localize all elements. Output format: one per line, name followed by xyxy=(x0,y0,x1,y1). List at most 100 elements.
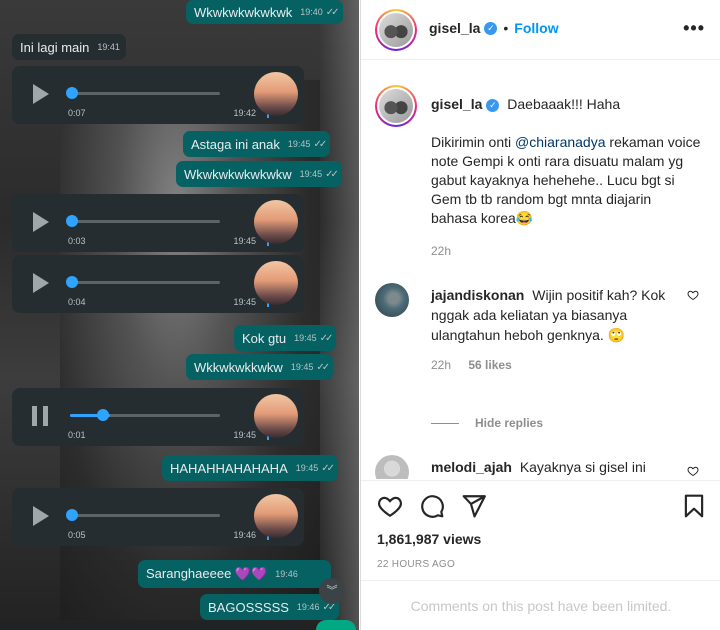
chat-bubble-outgoing: Astaga ini anak 19:45 ✓✓ xyxy=(183,131,331,157)
caption-username[interactable]: gisel_la xyxy=(431,96,482,112)
commenter-avatar[interactable] xyxy=(375,455,409,479)
voice-note: 0:04 19:45 xyxy=(12,255,304,313)
chat-bubble-outgoing: Wkwkwkwkwkwkw 19:45 ✓✓ xyxy=(176,161,342,187)
voice-note-playing: 0:01 19:45 xyxy=(12,388,304,446)
author-avatar[interactable] xyxy=(375,85,417,127)
message-text: Wkwkwkwkwkwkw xyxy=(184,166,292,182)
chat-bubble-outgoing: Kok gtu 19:45 ✓✓ xyxy=(234,325,337,351)
chevron-double-down-icon[interactable]: ︾ xyxy=(319,578,345,604)
chat-bubble-outgoing: Wkwkwkwkwkwk 19:40 ✓✓ xyxy=(186,0,343,24)
view-count[interactable]: 1,861,987 views xyxy=(377,531,481,547)
mention-link[interactable]: @chiaranadya xyxy=(515,134,606,150)
message-time: 19:45 xyxy=(299,169,323,179)
chat-bubble-outgoing: Wkkwkwkkwkw 19:45 ✓✓ xyxy=(186,354,334,380)
message-time: 19:42 xyxy=(233,108,256,118)
message-time: 19:45 xyxy=(287,139,311,149)
message-time: 19:45 xyxy=(233,236,256,246)
message-time: 19:40 xyxy=(300,7,323,17)
message-text: Wkkwkwkkwkw xyxy=(194,359,283,375)
double-check-icon: ✓✓ xyxy=(321,462,335,474)
post-panel: gisel_la ✓ • Follow ••• gisel_la ✓ Daebaa… xyxy=(360,0,720,630)
post-header: gisel_la ✓ • Follow ••• xyxy=(361,0,720,60)
message-time: 19:45 xyxy=(233,430,256,440)
play-icon[interactable] xyxy=(33,273,49,293)
message-text: Kok gtu xyxy=(242,330,287,346)
voice-progress-track xyxy=(70,514,220,517)
chat-bubble-outgoing: Saranghaeeee 💜💜 19:46 xyxy=(138,560,331,588)
message-time: 19:45 xyxy=(294,333,317,343)
voice-progress-knob[interactable] xyxy=(66,276,78,288)
chat-bubble-outgoing: BAGOSSSSS 19:46 ✓✓ xyxy=(200,594,340,620)
like-heart-icon[interactable] xyxy=(377,493,403,519)
message-time: 19:46 xyxy=(275,569,298,579)
double-check-icon: ✓✓ xyxy=(325,168,339,180)
comment-likes[interactable]: 56 likes xyxy=(468,358,511,372)
voice-progress-knob[interactable] xyxy=(97,409,109,421)
comments-limited-notice: Comments on this post have been limited. xyxy=(361,580,720,630)
sender-avatar xyxy=(254,72,298,116)
comment-text: Kayaknya si gisel ini xyxy=(519,459,646,475)
voice-progress-knob[interactable] xyxy=(66,87,78,99)
play-icon[interactable] xyxy=(33,84,49,104)
voice-duration: 0:05 xyxy=(68,530,86,540)
voice-note: 0:03 19:45 xyxy=(12,194,304,252)
post-timestamp: 22 HOURS AGO xyxy=(377,559,456,570)
sender-avatar xyxy=(254,261,298,305)
chat-bubble-incoming: Ini lagi main 19:41 xyxy=(12,34,126,60)
hide-replies-button[interactable]: Hide replies xyxy=(431,416,543,430)
message-text: Wkwkwkwkwkwk xyxy=(194,4,293,20)
like-heart-icon[interactable] xyxy=(687,289,699,301)
voice-progress-track xyxy=(70,92,220,95)
verified-badge-icon: ✓ xyxy=(486,98,500,112)
pause-icon[interactable] xyxy=(32,406,48,426)
more-options-icon[interactable]: ••• xyxy=(683,18,705,39)
message-time: 19:45 xyxy=(290,362,314,372)
message-text: Astaga ini anak xyxy=(191,136,280,152)
sender-avatar xyxy=(254,394,298,438)
message-time: 19:45 xyxy=(295,463,319,473)
message-time: 19:46 xyxy=(296,602,320,612)
commenter-username[interactable]: melodi_ajah xyxy=(431,459,512,475)
voice-duration: 0:01 xyxy=(68,430,86,440)
message-text: Saranghaeeee 💜💜 xyxy=(146,566,268,581)
voice-duration: 0:04 xyxy=(68,297,86,307)
double-check-icon: ✓✓ xyxy=(319,332,334,344)
chat-bubble-outgoing: HAHAHHAHAHAHA 19:45 ✓✓ xyxy=(162,455,339,481)
voice-note: 0:07 19:42 xyxy=(12,66,304,124)
message-time: 19:46 xyxy=(233,530,256,540)
send-button xyxy=(316,620,356,630)
double-check-icon: ✓✓ xyxy=(313,138,327,150)
caption-line-1: Daebaaak!!! Haha xyxy=(507,96,621,112)
message-time: 19:45 xyxy=(233,297,256,307)
double-check-icon: ✓✓ xyxy=(316,361,330,373)
post-media[interactable]: Wkwkwkwkwkwk 19:40 ✓✓ Ini lagi main 19:4… xyxy=(0,0,359,630)
message-time: 19:41 xyxy=(97,42,120,52)
voice-duration: 0:07 xyxy=(68,108,86,118)
caption-time: 22h xyxy=(431,244,452,258)
bookmark-icon[interactable] xyxy=(681,493,707,519)
commenter-avatar[interactable] xyxy=(375,283,409,317)
comment-icon[interactable] xyxy=(419,493,445,519)
author-username[interactable]: gisel_la xyxy=(429,20,480,36)
message-text: Ini lagi main xyxy=(20,39,90,55)
commenter-username[interactable]: jajandiskonan xyxy=(431,287,524,303)
author-avatar[interactable] xyxy=(375,9,417,51)
comments-list[interactable]: gisel_la ✓ Daebaaak!!! Haha Dikirimin ont… xyxy=(361,61,720,479)
double-check-icon: ✓✓ xyxy=(325,6,340,18)
like-heart-icon[interactable] xyxy=(687,465,699,477)
sender-avatar xyxy=(254,200,298,244)
comment-time: 22h xyxy=(431,358,452,372)
play-icon[interactable] xyxy=(33,212,49,232)
voice-duration: 0:03 xyxy=(68,236,86,246)
verified-badge-icon: ✓ xyxy=(484,21,498,35)
voice-note: 0:05 19:46 xyxy=(12,488,304,546)
share-icon[interactable] xyxy=(461,493,487,519)
message-text: BAGOSSSSS xyxy=(208,599,289,615)
voice-progress-knob[interactable] xyxy=(66,215,78,227)
play-icon[interactable] xyxy=(33,506,49,526)
voice-progress-track xyxy=(70,220,220,223)
follow-button[interactable]: Follow xyxy=(514,20,558,36)
voice-progress-knob[interactable] xyxy=(66,509,78,521)
post-actions: 1,861,987 views 22 HOURS AGO xyxy=(361,480,720,590)
message-text: HAHAHHAHAHAHA xyxy=(170,460,288,476)
